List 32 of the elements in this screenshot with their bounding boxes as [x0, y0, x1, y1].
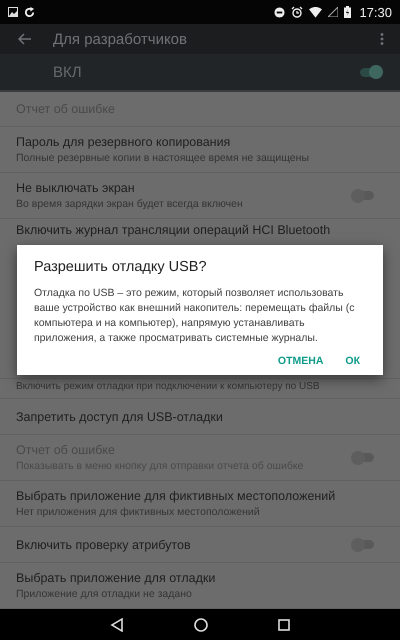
sync-icon: [24, 6, 35, 18]
setting-title[interactable]: Выбрать приложение для отладки: [16, 571, 376, 585]
master-switch-label: ВКЛ: [53, 64, 83, 80]
back-icon[interactable]: [110, 618, 124, 632]
toolbar-title: Для разработчиков: [53, 30, 188, 48]
setting-summary: Полные резервные копии в настоящее время не защищены: [16, 152, 310, 164]
setting-summary: Включить режим отладки при подключении к компьютеру по USB: [16, 381, 321, 392]
setting-title[interactable]: Запретить доступ для USB-отладки: [16, 410, 376, 424]
picture-notification-icon: [8, 7, 18, 17]
setting-title[interactable]: Не выключать экран: [16, 181, 354, 195]
do-not-disturb-icon: [274, 6, 286, 18]
setting-summary: Во время зарядки экран будет всегда включен: [16, 198, 244, 210]
setting-title[interactable]: Включить проверку атрибутов: [16, 538, 354, 552]
master-switch[interactable]: [360, 68, 380, 76]
dialog-button[interactable]: ОТМЕНА: [272, 351, 330, 371]
wifi-icon: [309, 6, 322, 18]
recent-apps-icon[interactable]: [278, 619, 290, 631]
dialog-title: Разрешить отладку USB?: [34, 259, 208, 275]
setting-summary: Приложение для отладки не задано: [16, 588, 193, 600]
dialog-message: Отладка по USB – это режим, который позволяет использовать ваше устройство как внешний накопитель: перемещать файлы (с компьютера и на компьютер), напрямую устанавливать приложения, а также просматривать системные журналы.: [34, 286, 356, 346]
cell-signal-icon: [328, 7, 338, 17]
setting-title[interactable]: Включить журнал трансляции операций HCI Bluetooth: [16, 223, 376, 237]
clock-time: 17:30: [359, 4, 392, 20]
dialog-button[interactable]: ОК: [339, 351, 366, 371]
alarm-icon: [291, 6, 304, 18]
more-options-icon[interactable]: [380, 33, 384, 45]
setting-summary: Нет приложения для фиктивных местоположений: [16, 506, 261, 518]
setting-title[interactable]: Пароль для резервного копирования: [16, 135, 376, 149]
home-icon[interactable]: [194, 618, 208, 632]
setting-title[interactable]: Выбрать приложение для фиктивных местоположений: [16, 489, 376, 503]
battery-icon: [344, 6, 352, 18]
back-arrow-icon[interactable]: [18, 33, 32, 45]
